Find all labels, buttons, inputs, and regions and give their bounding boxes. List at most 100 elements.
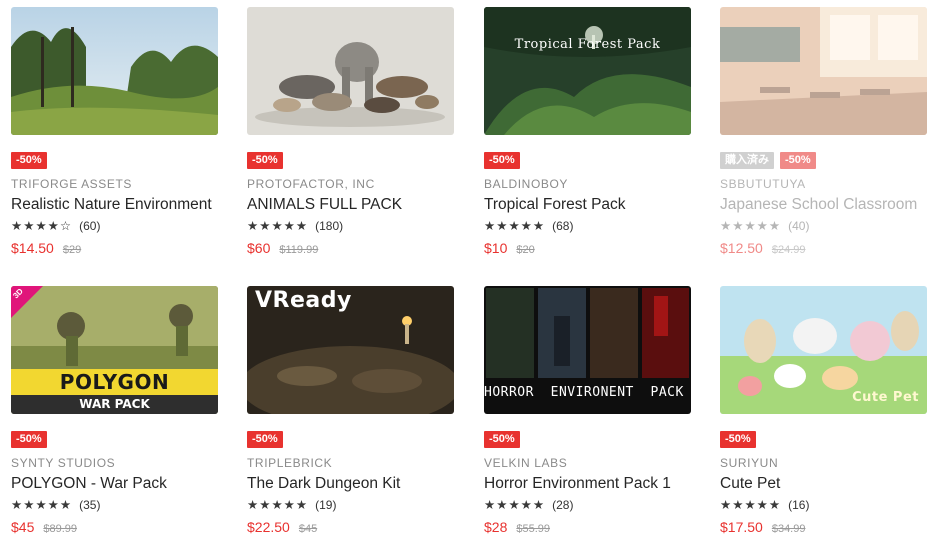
review-count: (28) <box>552 498 574 512</box>
star-icon: ★ <box>283 497 296 512</box>
star-icon: ★ <box>768 218 782 233</box>
original-price: $45 <box>298 523 318 535</box>
product-card[interactable]: HORROR ENVIRONENT PACK I -50% VELKIN LAB… <box>484 286 691 535</box>
owned-badge: 購入済み <box>720 152 774 169</box>
rating: ★★★★★ (16) <box>720 498 927 513</box>
star-outline-icon: ☆ <box>59 218 73 233</box>
publisher-link[interactable]: SYNTY STUDIOS <box>11 456 218 470</box>
star-icon: ★ <box>47 218 60 233</box>
star-icon: ★ <box>732 497 745 512</box>
star-rating-icons: ★★★★★ <box>484 498 545 512</box>
star-rating-icons: ★★★★★ <box>720 219 781 233</box>
publisher-link[interactable]: TRIPLEBRICK <box>247 456 454 470</box>
star-icon: ★ <box>295 218 309 233</box>
star-icon: ★ <box>23 497 36 512</box>
product-thumbnail[interactable]: POLYGON WAR PACK 3D <box>11 286 218 414</box>
star-icon: ★ <box>484 218 497 233</box>
badge-row: -50% <box>484 152 691 169</box>
product-card[interactable]: VReady -50% TRIPLEBRICK The Dark Dungeon… <box>247 286 454 535</box>
star-rating-icons: ★★★★☆ <box>11 219 72 233</box>
product-thumbnail[interactable]: Tropical Forest Pack <box>484 7 691 135</box>
review-count: (68) <box>552 219 574 233</box>
star-icon: ★ <box>259 497 272 512</box>
product-title-link[interactable]: Cute Pet <box>720 474 927 494</box>
sale-price: $10 <box>484 240 508 256</box>
product-title-link[interactable]: Horror Environment Pack 1 <box>484 474 691 494</box>
price-row: $12.50 $24.99 <box>720 240 927 256</box>
price-row: $14.50 $29 <box>11 240 218 256</box>
review-count: (19) <box>315 498 337 512</box>
product-title-link[interactable]: POLYGON - War Pack <box>11 474 218 494</box>
star-icon: ★ <box>59 497 73 512</box>
publisher-link[interactable]: SBBUTUTUYA <box>720 177 927 191</box>
original-price: $89.99 <box>43 523 78 535</box>
star-rating-icons: ★★★★★ <box>247 219 308 233</box>
product-thumbnail[interactable] <box>11 7 218 135</box>
product-title-link[interactable]: ANIMALS FULL PACK <box>247 195 454 215</box>
sale-price: $22.50 <box>247 519 290 535</box>
publisher-link[interactable]: TRIFORGE ASSETS <box>11 177 218 191</box>
star-icon: ★ <box>35 497 48 512</box>
product-card[interactable]: POLYGON WAR PACK 3D -50% SYNTY STUDIOS P… <box>11 286 218 535</box>
product-thumbnail[interactable]: VReady <box>247 286 454 414</box>
original-price: $29 <box>62 244 82 256</box>
product-thumbnail[interactable] <box>247 7 454 135</box>
star-icon: ★ <box>520 497 533 512</box>
review-count: (180) <box>315 219 344 233</box>
discount-badge: -50% <box>247 431 283 448</box>
product-card[interactable]: Cute Pet -50% SURIYUN Cute Pet ★★★★★ (16… <box>720 286 927 535</box>
product-title-link[interactable]: Realistic Nature Environment <box>11 195 218 215</box>
price-row: $10 $20 <box>484 240 691 256</box>
star-icon: ★ <box>259 218 272 233</box>
rating: ★★★★★ (19) <box>247 497 454 513</box>
review-count: (16) <box>788 498 810 512</box>
thumbnail-title: Cute Pet <box>852 390 919 405</box>
publisher-link[interactable]: VELKIN LABS <box>484 456 691 470</box>
star-icon: ★ <box>247 497 260 512</box>
rating: ★★★★☆ (60) <box>11 219 218 234</box>
product-card[interactable]: 購入済み -50% SBBUTUTUYA Japanese School Clas… <box>720 7 927 256</box>
price-row: $17.50 $34.99 <box>720 519 927 535</box>
star-icon: ★ <box>23 218 36 233</box>
star-icon: ★ <box>508 497 521 512</box>
rating: ★★★★★ (35) <box>11 497 218 513</box>
vready-logo-icon: VReady <box>255 288 352 313</box>
star-icon: ★ <box>508 218 521 233</box>
star-icon: ★ <box>11 218 24 233</box>
product-title-link[interactable]: Japanese School Classroom <box>720 195 927 215</box>
sale-price: $60 <box>247 240 271 256</box>
badge-row: -50% <box>247 431 454 448</box>
publisher-link[interactable]: BALDINOBOY <box>484 177 691 191</box>
star-icon: ★ <box>744 497 757 512</box>
publisher-link[interactable]: SURIYUN <box>720 456 927 470</box>
product-thumbnail[interactable] <box>720 7 927 135</box>
product-card[interactable]: -50% TRIFORGE ASSETS Realistic Nature En… <box>11 7 218 256</box>
product-card[interactable]: Tropical Forest Pack -50% BALDINOBOY Tro… <box>484 7 691 256</box>
review-count: (40) <box>788 219 810 233</box>
rating: ★★★★★ (40) <box>720 219 927 234</box>
product-card[interactable]: -50% PROTOFACTOR, INC ANIMALS FULL PACK … <box>247 7 454 256</box>
sale-price: $12.50 <box>720 240 763 256</box>
star-icon: ★ <box>35 218 48 233</box>
star-icon: ★ <box>732 218 745 233</box>
product-title-link[interactable]: Tropical Forest Pack <box>484 195 691 215</box>
product-title-link[interactable]: The Dark Dungeon Kit <box>247 474 454 494</box>
star-rating-icons: ★★★★★ <box>720 498 781 512</box>
product-thumbnail[interactable]: Cute Pet <box>720 286 927 414</box>
original-price: $24.99 <box>771 244 806 256</box>
star-icon: ★ <box>720 497 733 512</box>
sale-price: $17.50 <box>720 519 763 535</box>
star-icon: ★ <box>744 218 757 233</box>
publisher-link[interactable]: PROTOFACTOR, INC <box>247 177 454 191</box>
thumbnail-title: HORROR ENVIRONENT PACK I <box>484 385 691 400</box>
badge-row: -50% <box>11 152 218 169</box>
product-thumbnail[interactable]: HORROR ENVIRONENT PACK I <box>484 286 691 414</box>
badge-row: -50% <box>720 431 927 448</box>
star-icon: ★ <box>520 218 533 233</box>
sale-price: $28 <box>484 519 508 535</box>
discount-badge: -50% <box>11 431 47 448</box>
badge-row: -50% <box>247 152 454 169</box>
star-icon: ★ <box>496 218 509 233</box>
star-rating-icons: ★★★★★ <box>484 219 545 233</box>
star-icon: ★ <box>756 497 769 512</box>
